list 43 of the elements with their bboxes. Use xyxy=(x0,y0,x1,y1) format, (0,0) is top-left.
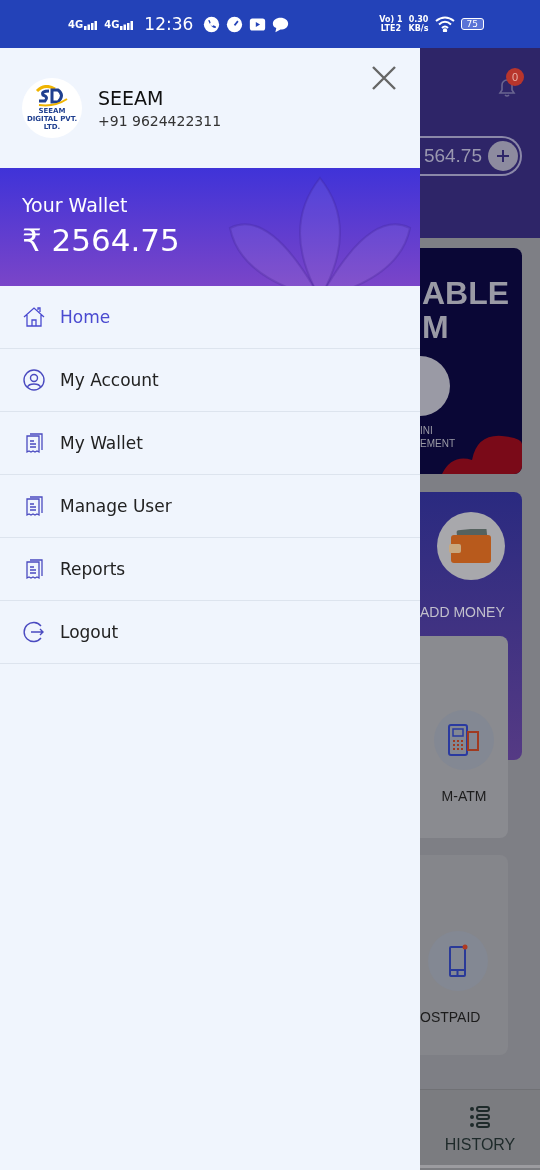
user-phone: +91 9624422311 xyxy=(98,113,222,129)
banner-headline: M xyxy=(422,310,450,344)
card-machine-icon xyxy=(447,724,481,756)
volte-label: Vo) 1 xyxy=(379,15,403,24)
logout-icon xyxy=(22,620,46,644)
wallet-label: Your Wallet xyxy=(22,194,129,216)
battery-indicator: 75 xyxy=(460,18,484,30)
speed-value: 0.30 xyxy=(408,15,429,24)
menu-item[interactable]: My Wallet xyxy=(0,412,420,475)
tile-label: INI EMENT xyxy=(420,424,455,450)
promo-banner[interactable]: ABLE M INI EMENT xyxy=(420,248,522,474)
menu-item[interactable]: Reports xyxy=(0,538,420,601)
add-money-label[interactable]: ADD MONEY xyxy=(420,604,505,620)
lte-label: LTE2 xyxy=(380,24,402,33)
phone-icon xyxy=(203,15,221,33)
logo-icon xyxy=(35,85,69,107)
account-icon xyxy=(22,368,46,392)
gauge-icon xyxy=(226,15,244,33)
banner-headline: ABLE xyxy=(422,276,511,310)
mobile-icon xyxy=(448,944,468,978)
menu-item[interactable]: Manage User xyxy=(0,475,420,538)
nav-label[interactable]: HISTORY xyxy=(444,1136,516,1154)
plus-icon xyxy=(496,149,510,163)
wifi-icon xyxy=(434,16,455,32)
signal-indicator: 4G xyxy=(104,18,135,30)
history-icon[interactable] xyxy=(469,1106,491,1128)
home-icon xyxy=(22,305,46,329)
balance-pill[interactable]: 564.75 xyxy=(420,136,522,176)
speed-unit: KB/s xyxy=(408,24,429,33)
menu-item[interactable]: My Account xyxy=(0,349,420,412)
user-name: SEEAM xyxy=(98,87,165,109)
service-tile[interactable]: M-ATM xyxy=(420,636,508,838)
signal-indicator: 4G xyxy=(68,18,99,30)
wallet-icon xyxy=(449,529,493,563)
service-label: OSTPAID xyxy=(420,1009,481,1025)
close-icon[interactable] xyxy=(370,64,398,92)
chat-icon xyxy=(272,15,290,33)
clock: 12:36 xyxy=(144,14,194,34)
wallet-balance: ₹ 2564.75 xyxy=(22,222,181,258)
service-label: M-ATM xyxy=(441,788,487,804)
menu-item[interactable]: Home xyxy=(0,286,420,349)
service-tile[interactable]: OSTPAID xyxy=(420,855,508,1055)
notification-badge: 0 xyxy=(506,68,524,86)
